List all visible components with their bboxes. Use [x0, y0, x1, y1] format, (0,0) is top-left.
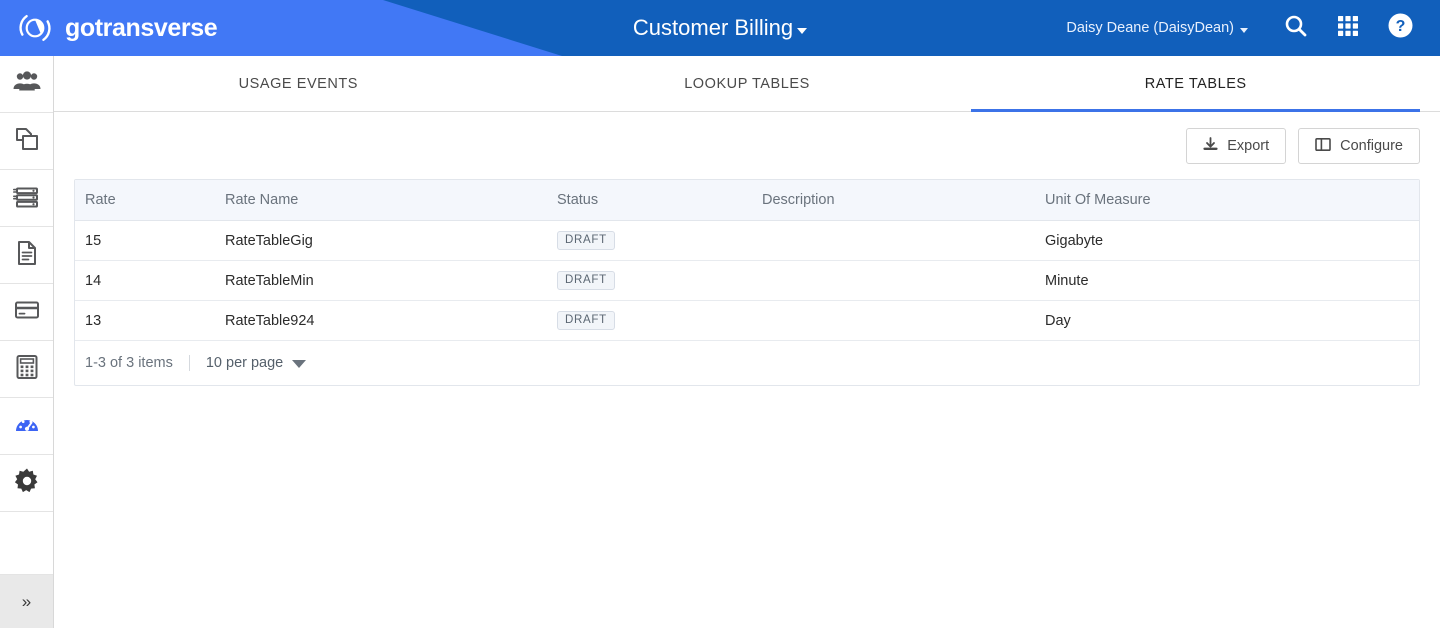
per-page-label: 10 per page [205, 355, 284, 371]
search-icon [1283, 13, 1309, 44]
apps-button[interactable] [1322, 0, 1374, 56]
sidebar-item-customers[interactable] [0, 56, 53, 113]
sidebar-item-products[interactable] [0, 113, 53, 170]
table-body: 15 RateTableGig DRAFT Gigabyte 14 RateTa… [75, 220, 1419, 341]
page-title-dropdown[interactable]: Customer Billing [632, 15, 808, 41]
columns-layout-icon [1315, 137, 1331, 156]
server-stack-icon [12, 183, 41, 214]
cell-unit-of-measure: Gigabyte [1045, 220, 1419, 261]
calculator-icon [14, 353, 40, 386]
cell-rate-name: RateTable924 [225, 300, 557, 341]
caret-down-icon [797, 28, 808, 34]
status-badge: DRAFT [557, 271, 615, 290]
cell-status: DRAFT [557, 300, 762, 341]
tab-lookup-tables[interactable]: LOOKUP TABLES [523, 56, 972, 111]
copy-pages-icon [13, 125, 41, 158]
tab-rate-tables[interactable]: RATE TABLES [971, 56, 1420, 112]
help-circle-icon: ? [1387, 12, 1414, 44]
rate-tables-panel: Rate Rate Name Status Description Unit O… [74, 179, 1420, 386]
cell-rate-name: RateTableMin [225, 260, 557, 301]
caret-down-icon [1240, 27, 1248, 33]
chevron-down-icon [292, 360, 307, 368]
speedometer-icon [13, 412, 41, 441]
cell-rate: 14 [75, 260, 225, 301]
download-icon [1203, 136, 1218, 156]
sidebar-item-accounts[interactable] [0, 170, 53, 227]
sidebar-item-usage[interactable] [0, 398, 53, 455]
cell-rate: 15 [75, 220, 225, 261]
item-count-label: 1-3 of 3 items [85, 355, 173, 371]
configure-label: Configure [1340, 138, 1403, 154]
sidebar-item-documents[interactable] [0, 227, 53, 284]
cell-unit-of-measure: Day [1045, 300, 1419, 341]
double-chevron-right-icon: » [21, 591, 32, 611]
sidebar-item-rating[interactable] [0, 341, 53, 398]
pagination-divider [188, 355, 190, 371]
apps-grid-icon [1336, 14, 1360, 43]
tab-label: RATE TABLES [1144, 75, 1247, 92]
column-header-description[interactable]: Description [762, 180, 1045, 221]
sidebar-item-settings[interactable] [0, 455, 53, 512]
tab-label: LOOKUP TABLES [684, 75, 810, 92]
help-button[interactable]: ? [1374, 0, 1426, 56]
cell-description [762, 220, 1045, 261]
status-badge: DRAFT [557, 311, 615, 330]
app-header: gotransverse Customer Billing Daisy Dean… [0, 0, 1440, 56]
sidebar-expand-toggle[interactable]: » [0, 575, 53, 628]
table-row[interactable]: 14 RateTableMin DRAFT Minute [75, 260, 1419, 301]
cell-status: DRAFT [557, 220, 762, 261]
tab-usage-events[interactable]: USAGE EVENTS [74, 56, 523, 111]
cell-rate: 13 [75, 300, 225, 341]
table-row[interactable]: 13 RateTable924 DRAFT Day [75, 300, 1419, 341]
header-actions: Daisy Deane (DaisyDean) ? [1066, 0, 1440, 56]
column-header-status[interactable]: Status [557, 180, 762, 221]
user-menu[interactable]: Daisy Deane (DaisyDean) [1066, 20, 1248, 36]
sidebar-item-payments[interactable] [0, 284, 53, 341]
cell-description [762, 300, 1045, 341]
cell-status: DRAFT [557, 260, 762, 301]
document-icon [14, 239, 40, 272]
export-button[interactable]: Export [1186, 128, 1287, 164]
svg-text:?: ? [1395, 18, 1405, 35]
gear-icon [13, 467, 41, 500]
status-badge: DRAFT [557, 231, 615, 250]
cell-unit-of-measure: Minute [1045, 260, 1419, 301]
search-button[interactable] [1270, 0, 1322, 56]
tab-bar: USAGE EVENTS LOOKUP TABLES RATE TABLES [54, 56, 1440, 112]
brand-name: gotransverse [65, 13, 218, 42]
table-pagination: 1-3 of 3 items 10 per page [75, 341, 1419, 385]
users-group-icon [12, 67, 42, 102]
column-header-rate[interactable]: Rate [75, 180, 225, 221]
column-header-unit-of-measure[interactable]: Unit Of Measure [1045, 180, 1419, 221]
brand-logo-area[interactable]: gotransverse [0, 10, 218, 46]
gotransverse-circle-logo-icon [17, 10, 53, 46]
cell-rate-name: RateTableGig [225, 220, 557, 261]
table-row[interactable]: 15 RateTableGig DRAFT Gigabyte [75, 220, 1419, 261]
rate-tables-grid: Rate Rate Name Status Description Unit O… [75, 180, 1419, 341]
configure-button[interactable]: Configure [1298, 128, 1420, 164]
credit-card-icon [13, 298, 41, 327]
sidebar-spacer [0, 512, 53, 575]
cell-description [762, 260, 1045, 301]
table-header-row: Rate Rate Name Status Description Unit O… [75, 180, 1419, 221]
page-title: Customer Billing [632, 15, 794, 40]
sidebar-nav: » [0, 56, 54, 628]
app-body: » USAGE EVENTS LOOKUP TABLES RATE TABLES [0, 56, 1440, 628]
user-name: Daisy Deane (DaisyDean) [1066, 20, 1234, 36]
tab-label: USAGE EVENTS [238, 75, 359, 92]
column-header-rate-name[interactable]: Rate Name [225, 180, 557, 221]
main-content: USAGE EVENTS LOOKUP TABLES RATE TABLES E… [54, 56, 1440, 628]
table-toolbar: Export Configure [54, 112, 1440, 164]
export-label: Export [1227, 138, 1270, 154]
table-head: Rate Rate Name Status Description Unit O… [75, 180, 1419, 221]
per-page-selector[interactable]: 10 per page [205, 355, 307, 371]
